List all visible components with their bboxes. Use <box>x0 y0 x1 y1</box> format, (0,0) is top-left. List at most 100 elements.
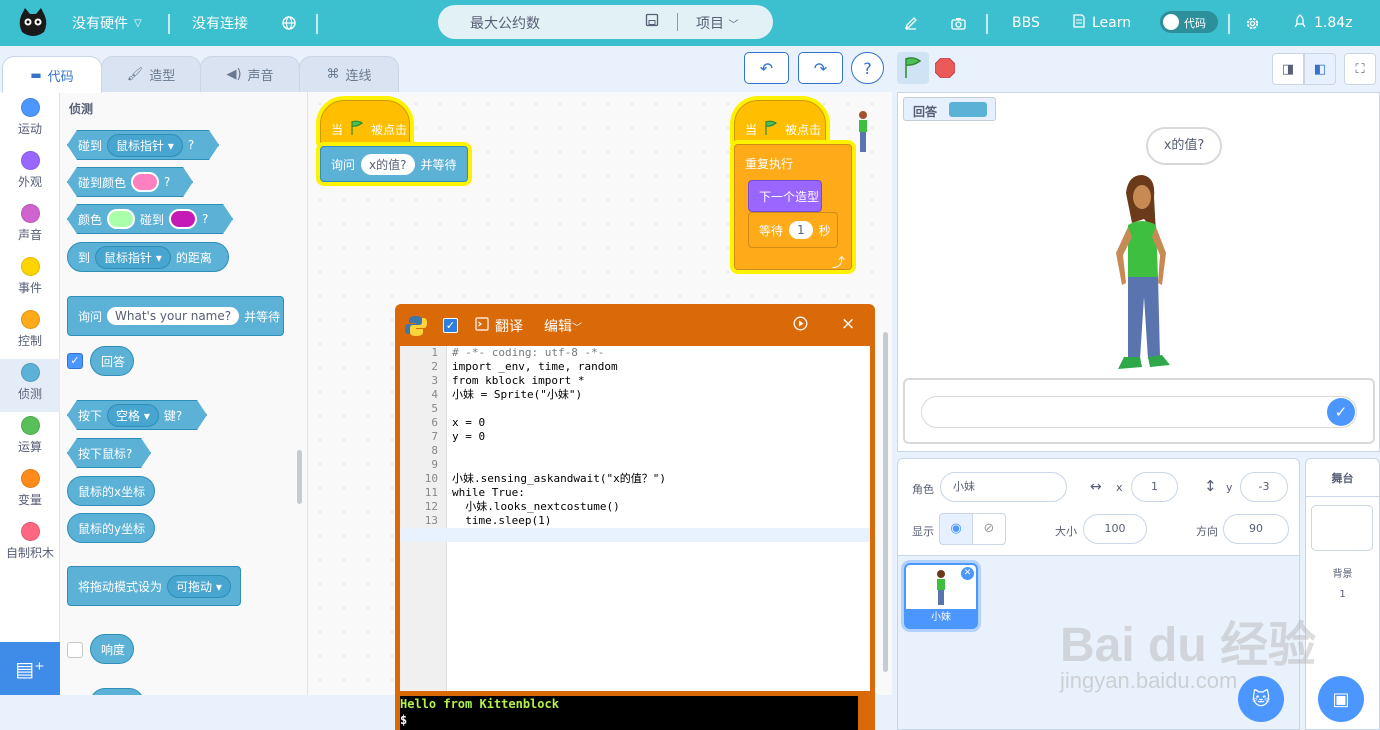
block-when-flag-clicked[interactable]: 当 被点击 <box>320 100 410 146</box>
color-swatch[interactable] <box>131 172 159 192</box>
answer-checkbox[interactable]: ✓ <box>67 353 83 369</box>
y-field[interactable]: -3 <box>1240 472 1288 502</box>
category-control[interactable]: 控制 <box>0 306 60 359</box>
size-field[interactable]: 100 <box>1083 514 1147 544</box>
block-wait[interactable]: 等待 1 秒 <box>748 212 838 248</box>
category-events[interactable]: 事件 <box>0 253 60 306</box>
touching-dropdown[interactable]: 鼠标指针 ▾ <box>107 134 183 157</box>
color-swatch[interactable] <box>107 209 135 229</box>
globe-icon[interactable] <box>282 0 296 46</box>
block-ask-and-wait[interactable]: 询问 x的值? 并等待 <box>320 146 468 182</box>
code-line[interactable]: 小妹 = Sprite("小妹") <box>452 388 582 402</box>
python-code-editor[interactable]: 1234567891011121314 # -*- coding: utf-8 … <box>400 346 870 691</box>
tab-wiring[interactable]: ⌘ 连线 <box>299 56 399 92</box>
project-menu[interactable]: 项目 ﹀ <box>696 13 738 33</box>
edit-menu[interactable]: 编辑﹀ <box>544 316 582 336</box>
block-key-pressed[interactable]: 按下 空格 ▾ 键? <box>67 400 207 430</box>
terminal[interactable]: Hello from Kittenblock $ <box>400 696 858 730</box>
add-extension-button[interactable]: ▤⁺ <box>0 642 60 695</box>
category-operators[interactable]: 运算 <box>0 412 60 465</box>
block-ask-and-wait[interactable]: 询问 What's your name? 并等待 <box>67 296 284 336</box>
block-text: 的距离 <box>175 250 212 265</box>
large-stage-button[interactable]: ◧ <box>1304 53 1336 85</box>
camera-icon[interactable] <box>951 0 966 46</box>
code-line[interactable]: while True: <box>452 486 525 500</box>
block-loudness[interactable]: 响度 <box>90 634 134 664</box>
delete-sprite-icon[interactable]: ✕ <box>961 567 974 580</box>
add-sprite-button[interactable]: 🐱 <box>1238 676 1284 722</box>
block-color-touching-color[interactable]: 颜色 碰到? <box>67 204 233 234</box>
show-visible-button[interactable]: ◉ <box>939 513 973 545</box>
redo-button[interactable]: ↷ <box>798 52 843 84</box>
wait-input[interactable]: 1 <box>789 221 813 239</box>
block-distance-to[interactable]: 到鼠标指针 ▾ 的距离 <box>67 242 229 272</box>
x-field[interactable]: 1 <box>1131 472 1178 502</box>
distance-dropdown[interactable]: 鼠标指针 ▾ <box>95 245 171 269</box>
block-answer[interactable]: 回答 <box>90 346 134 376</box>
translate-button[interactable]: 翻译 <box>495 316 523 336</box>
ask-input[interactable]: x的值? <box>361 153 415 175</box>
block-touching[interactable]: 碰到 鼠标指针 ▾? <box>67 130 219 160</box>
code-line[interactable]: time.sleep(1) <box>452 514 551 528</box>
palette-scrollbar[interactable] <box>297 450 302 504</box>
stage-thumbnail[interactable] <box>1311 505 1373 551</box>
category-my-blocks[interactable]: 自制积木 <box>0 518 60 571</box>
block-text: 碰到 <box>140 212 165 227</box>
sprite-thumbnail[interactable]: ✕ 小妹 <box>904 563 978 629</box>
kittenblock-logo[interactable] <box>16 0 50 46</box>
category-sensing[interactable]: 侦测 <box>0 359 60 412</box>
undo-button[interactable]: ↶ <box>744 52 789 84</box>
color-swatch[interactable] <box>169 209 197 229</box>
code-line[interactable]: # -*- coding: utf-8 -*- <box>452 346 604 360</box>
code-line[interactable]: from kblock import * <box>452 374 584 388</box>
code-line[interactable]: x = 0 <box>452 416 485 430</box>
tab-sounds[interactable]: ◀) 声音 <box>200 56 300 92</box>
block-next-costume[interactable]: 下一个造型 <box>748 180 822 212</box>
tab-code[interactable]: ▬ 代码 <box>2 56 102 93</box>
bbs-link[interactable]: BBS <box>1012 0 1040 46</box>
category-sound[interactable]: 声音 <box>0 200 60 253</box>
category-motion[interactable]: 运动 <box>0 94 60 147</box>
show-hidden-button[interactable]: ⊘ <box>972 513 1006 545</box>
loudness-checkbox[interactable] <box>67 642 83 658</box>
sprite-name-field[interactable]: 小妹 <box>940 472 1067 502</box>
block-mouse-y[interactable]: 鼠标的y坐标 <box>67 513 155 543</box>
drag-mode-dropdown[interactable]: 可拖动 ▾ <box>167 574 231 598</box>
tab-costumes[interactable]: 🖌 造型 <box>101 56 201 92</box>
category-looks[interactable]: 外观 <box>0 147 60 200</box>
python-enable-checkbox[interactable]: ✓ <box>443 318 458 333</box>
fullscreen-button[interactable]: ⛶ <box>1344 53 1376 85</box>
block-touching-color[interactable]: 碰到颜色? <box>67 167 193 197</box>
small-stage-button[interactable]: ◨ <box>1272 53 1304 85</box>
block-set-drag-mode[interactable]: 将拖动模式设为 可拖动 ▾ <box>67 566 241 606</box>
block-mouse-x[interactable]: 鼠标的x坐标 <box>67 476 155 506</box>
gear-icon[interactable] <box>1245 0 1260 46</box>
workspace-scrollbar[interactable] <box>883 332 888 672</box>
code-mode-toggle[interactable]: 代码 <box>1160 11 1218 33</box>
ask-input[interactable]: What's your name? <box>107 307 240 325</box>
ask-answer-input[interactable] <box>921 396 1357 428</box>
block-when-flag-clicked[interactable]: 当 被点击 <box>734 100 826 146</box>
learn-link[interactable]: Learn <box>1073 0 1131 46</box>
code-line[interactable]: 小妹.sensing_askandwait("x的值？") <box>452 472 666 486</box>
add-backdrop-button[interactable]: ▣ <box>1318 676 1364 722</box>
code-line[interactable]: import _env, time, random <box>452 360 618 374</box>
key-dropdown[interactable]: 空格 ▾ <box>107 404 159 427</box>
sprite-girl[interactable] <box>1104 173 1176 381</box>
help-button[interactable]: ? <box>851 52 884 84</box>
stage[interactable]: 回答 x的值? ✓ <box>897 92 1380 452</box>
direction-field[interactable]: 90 <box>1223 514 1289 544</box>
hardware-menu[interactable]: 没有硬件 ▽ <box>72 0 142 46</box>
submit-answer-button[interactable]: ✓ <box>1327 398 1355 426</box>
run-icon[interactable] <box>793 316 808 335</box>
code-line[interactable]: 小妹.looks_nextcostume() <box>452 500 619 514</box>
category-variables[interactable]: 变量 <box>0 465 60 518</box>
save-icon[interactable] <box>645 13 659 31</box>
connection-menu[interactable]: 没有连接 <box>192 0 248 46</box>
close-icon[interactable]: × <box>841 314 855 334</box>
project-title-input[interactable]: 最大公约数 <box>470 13 540 33</box>
pencil-icon[interactable] <box>904 0 918 46</box>
block-timer[interactable] <box>90 688 144 695</box>
block-mouse-down[interactable]: 按下鼠标? <box>67 438 151 468</box>
code-line[interactable]: y = 0 <box>452 430 485 444</box>
